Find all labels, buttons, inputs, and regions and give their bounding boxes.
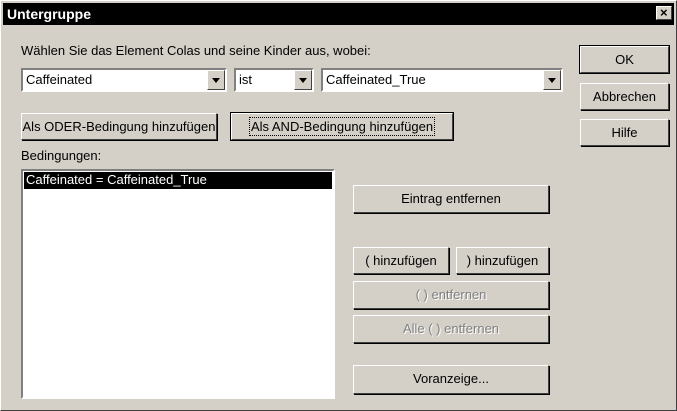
field-select-value: Caffeinated (26, 72, 93, 87)
remove-entry-label: Eintrag entfernen (401, 191, 501, 206)
title-bar: Untergruppe × (3, 3, 674, 25)
chevron-down-icon[interactable] (294, 70, 312, 90)
add-and-condition-button[interactable]: Als AND-Bedingung hinzufügen (230, 112, 454, 141)
chevron-down-icon[interactable] (543, 70, 561, 90)
operator-select[interactable]: ist (234, 68, 314, 92)
field-select[interactable]: Caffeinated (21, 68, 227, 92)
ok-button-label: OK (615, 52, 634, 67)
remove-all-parens-label: Alle ( ) entfernen (402, 321, 500, 336)
ok-button[interactable]: OK (579, 45, 670, 74)
list-item[interactable]: Caffeinated = Caffeinated_True (24, 172, 332, 189)
value-select-value: Caffeinated_True (326, 72, 426, 87)
help-button-label: Hilfe (611, 125, 638, 140)
instruction-text: Wählen Sie das Element Colas und seine K… (21, 43, 371, 58)
remove-parens-button[interactable]: ( ) entfernen (353, 281, 549, 309)
add-close-paren-button[interactable]: ) hinzufügen (456, 247, 549, 274)
value-select[interactable]: Caffeinated_True (321, 68, 563, 92)
preview-button[interactable]: Voranzeige... (353, 365, 549, 394)
add-or-condition-label: Als ODER-Bedingung hinzufügen (22, 119, 216, 134)
window-title: Untergruppe (7, 6, 91, 22)
help-button[interactable]: Hilfe (580, 119, 669, 146)
preview-button-label: Voranzeige... (413, 371, 489, 386)
conditions-label: Bedingungen: (21, 148, 102, 163)
subgroup-dialog: Untergruppe × Wählen Sie das Element Col… (0, 0, 677, 411)
close-icon: × (660, 5, 668, 20)
add-open-paren-label: ( hinzufügen (365, 253, 437, 268)
close-button[interactable]: × (656, 5, 672, 20)
chevron-down-icon[interactable] (207, 70, 225, 90)
conditions-list[interactable]: Caffeinated = Caffeinated_True (21, 169, 335, 399)
cancel-button[interactable]: Abbrechen (580, 83, 669, 110)
add-and-condition-label: Als AND-Bedingung hinzufügen (248, 117, 436, 136)
add-or-condition-button[interactable]: Als ODER-Bedingung hinzufügen (21, 113, 217, 140)
operator-select-value: ist (239, 72, 252, 87)
remove-all-parens-button[interactable]: Alle ( ) entfernen (353, 315, 549, 343)
add-close-paren-label: ) hinzufügen (466, 253, 539, 268)
cancel-button-label: Abbrechen (593, 89, 656, 104)
add-open-paren-button[interactable]: ( hinzufügen (353, 247, 449, 274)
remove-entry-button[interactable]: Eintrag entfernen (353, 185, 549, 213)
remove-parens-label: ( ) entfernen (415, 287, 487, 302)
